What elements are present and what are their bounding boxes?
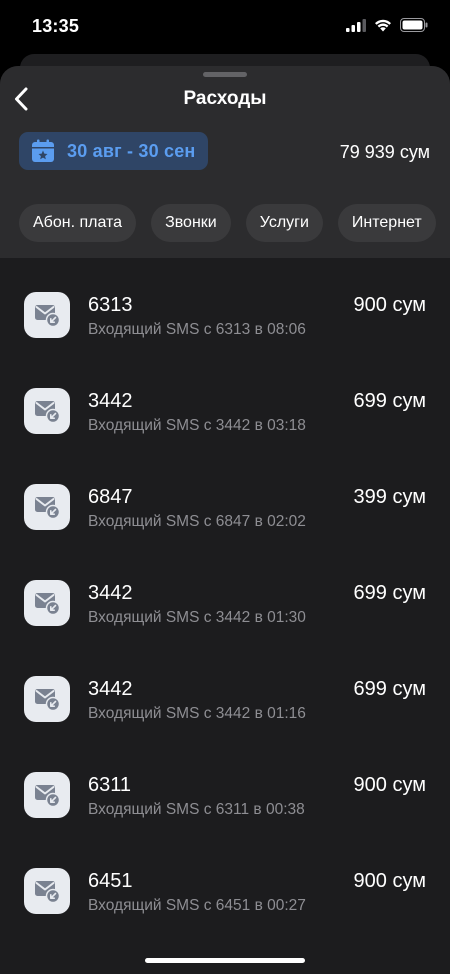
total-amount: 79 939 сум: [339, 142, 430, 162]
transaction-row[interactable]: 3442 Входящий SMS с 3442 в 01:16 699 сум: [0, 642, 450, 738]
transaction-title: 3442: [88, 582, 133, 604]
transaction-subtitle: Входящий SMS с 3442 в 03:18: [88, 417, 306, 434]
incoming-sms-icon: [24, 868, 70, 914]
incoming-sms-icon: [24, 772, 70, 818]
transaction-row[interactable]: 6847 Входящий SMS с 6847 в 02:02 399 сум: [0, 450, 450, 546]
filter-chip-services[interactable]: Услуги: [245, 204, 323, 242]
filter-chip-internet[interactable]: Интернет: [337, 204, 436, 242]
transaction-amount: 900 сум: [353, 774, 426, 796]
transaction-title: 6451: [88, 870, 133, 892]
transaction-title: 6311: [88, 774, 132, 796]
sheet-grabber[interactable]: [203, 72, 247, 77]
transaction-amount: 699 сум: [353, 678, 426, 700]
battery-icon: [400, 18, 428, 32]
signal-icon: [346, 18, 366, 32]
transaction-row[interactable]: 6313 Входящий SMS с 6313 в 08:06 900 сум: [0, 258, 450, 354]
transaction-subtitle: Входящий SMS с 6451 в 00:27: [88, 897, 306, 914]
transaction-subtitle: Входящий SMS с 6313 в 08:06: [88, 321, 306, 338]
status-time: 13:35: [32, 16, 80, 36]
wifi-icon: [375, 19, 391, 31]
transaction-title: 3442: [88, 678, 133, 700]
transaction-subtitle: Входящий SMS с 6311 в 00:38: [88, 801, 305, 818]
transaction-row[interactable]: 3442 Входящий SMS с 3442 в 03:18 699 сум: [0, 354, 450, 450]
transaction-amount: 699 сум: [353, 390, 426, 412]
incoming-sms-icon: [24, 388, 70, 434]
transaction-row[interactable]: 6311 Входящий SMS с 6311 в 00:38 900 сум: [0, 738, 450, 834]
incoming-sms-icon: [24, 484, 70, 530]
transaction-row[interactable]: 6451 Входящий SMS с 6451 в 00:27 900 сум: [0, 834, 450, 930]
transaction-subtitle: Входящий SMS с 6847 в 02:02: [88, 513, 306, 530]
incoming-sms-icon: [24, 292, 70, 338]
expenses-sheet: Расходы 30 авг - 30 сен 79 939 сум Абон.…: [0, 66, 450, 974]
home-indicator[interactable]: [145, 958, 305, 963]
transaction-subtitle: Входящий SMS с 3442 в 01:30: [88, 609, 306, 626]
filter-chip-subscription[interactable]: Абон. плата: [19, 204, 137, 242]
transactions-list: 6313 Входящий SMS с 6313 в 08:06 900 сум…: [0, 258, 450, 930]
transaction-title: 6847: [88, 486, 133, 508]
filter-chip-calls[interactable]: Звонки: [151, 204, 231, 242]
status-icons: [346, 18, 428, 32]
date-range-label: 30 авг - 30 сен: [67, 140, 196, 161]
transaction-amount: 900 сум: [353, 870, 426, 892]
date-range-button[interactable]: 30 авг - 30 сен: [19, 132, 208, 170]
transaction-amount: 900 сум: [353, 294, 426, 316]
transaction-subtitle: Входящий SMS с 3442 в 01:16: [88, 705, 306, 722]
transaction-title: 3442: [88, 390, 133, 412]
transaction-row[interactable]: 3442 Входящий SMS с 3442 в 01:30 699 сум: [0, 546, 450, 642]
incoming-sms-icon: [24, 676, 70, 722]
status-bar: 13:35: [0, 0, 450, 52]
transaction-amount: 699 сум: [353, 582, 426, 604]
calendar-icon: [32, 139, 54, 162]
page-title: Расходы: [183, 88, 267, 109]
transaction-amount: 399 сум: [353, 486, 426, 508]
filter-chips: Абон. плата Звонки Услуги Интернет: [19, 204, 436, 242]
incoming-sms-icon: [24, 580, 70, 626]
transaction-title: 6313: [88, 294, 133, 316]
